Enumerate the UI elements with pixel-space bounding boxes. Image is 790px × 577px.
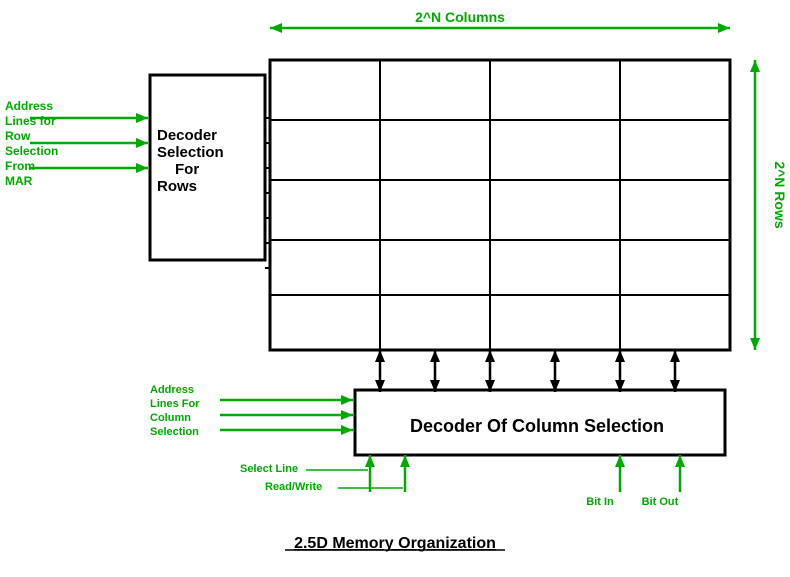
rows-label: 2^N Rows (772, 161, 788, 229)
svg-text:Lines For: Lines For (150, 398, 200, 410)
svg-text:From: From (5, 159, 35, 173)
svg-text:MAR: MAR (5, 174, 33, 188)
bit-in-label: Bit In (586, 496, 614, 508)
svg-text:Selection: Selection (157, 144, 224, 161)
decoder-rows-label: Decoder (157, 127, 217, 144)
address-lines-row-label: Address (5, 99, 53, 113)
read-write-label: Read/Write (265, 481, 322, 493)
address-lines-col-label: Address (150, 384, 194, 396)
svg-text:Rows: Rows (157, 178, 197, 195)
svg-text:For: For (175, 161, 199, 178)
columns-label: 2^N Columns (415, 9, 505, 25)
svg-text:Column: Column (150, 412, 191, 424)
svg-text:Lines for: Lines for (5, 114, 56, 128)
diagram-container: Decoder Selection For Rows Decoder Of Co… (0, 0, 790, 577)
bit-out-label: Bit Out (642, 496, 679, 508)
svg-text:Row: Row (5, 129, 31, 143)
svg-text:Selection: Selection (150, 426, 199, 438)
svg-text:Selection: Selection (5, 144, 58, 158)
decoder-col-label: Decoder Of Column Selection (410, 416, 664, 436)
select-line-label: Select Line (240, 463, 298, 475)
